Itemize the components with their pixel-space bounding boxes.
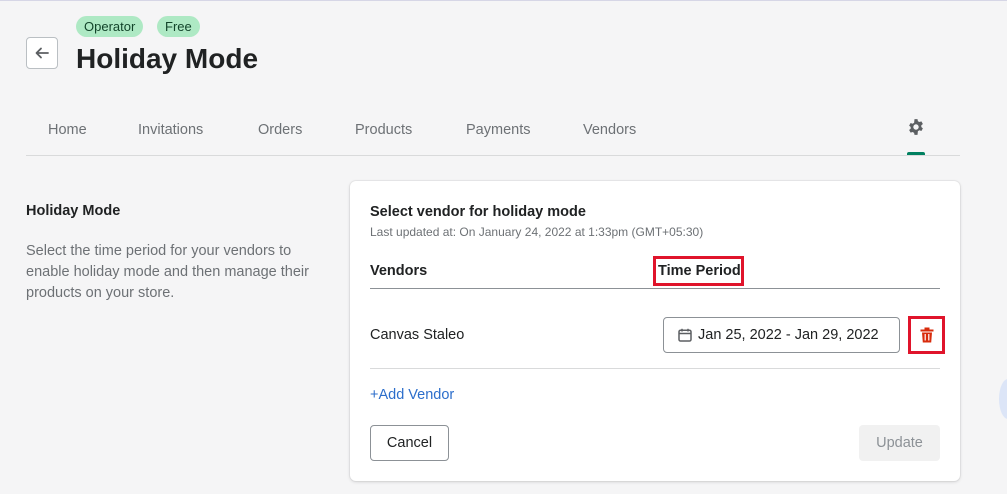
tab-vendors[interactable]: Vendors: [583, 105, 636, 155]
back-button[interactable]: [26, 37, 58, 69]
tab-orders[interactable]: Orders: [258, 105, 302, 155]
add-vendor-link[interactable]: +Add Vendor: [370, 387, 454, 403]
tab-settings[interactable]: [904, 118, 928, 155]
nav-tabs: Home Invitations Orders Products Payment…: [26, 105, 960, 156]
time-period-highlight: [653, 256, 744, 286]
delete-vendor-button[interactable]: [908, 316, 945, 354]
edge-decoration: [999, 379, 1007, 419]
row-divider: [370, 368, 940, 369]
cancel-button[interactable]: Cancel: [370, 425, 449, 461]
date-range-value: Jan 25, 2022 - Jan 29, 2022: [698, 327, 879, 343]
calendar-icon: [678, 328, 692, 342]
card-title: Select vendor for holiday mode: [370, 204, 586, 220]
page-title: Holiday Mode: [76, 43, 259, 74]
holiday-mode-card: Select vendor for holiday mode Last upda…: [350, 181, 960, 481]
column-header-vendors: Vendors: [370, 263, 428, 279]
date-range-picker[interactable]: Jan 25, 2022 - Jan 29, 2022: [663, 317, 900, 353]
section-description: Select the time period for your vendors …: [26, 243, 309, 301]
operator-badge: Operator: [76, 16, 144, 37]
arrow-left-icon: [35, 47, 49, 59]
tab-products[interactable]: Products: [355, 105, 412, 155]
header-divider: [370, 288, 940, 289]
tab-invitations[interactable]: Invitations: [138, 105, 203, 155]
tab-home[interactable]: Home: [48, 105, 87, 155]
section-title: Holiday Mode: [26, 203, 121, 219]
update-button[interactable]: Update: [859, 425, 940, 461]
tab-payments[interactable]: Payments: [466, 105, 530, 155]
plan-badge: Free: [157, 16, 200, 37]
gear-icon: [909, 119, 923, 135]
vendor-name: Canvas Staleo: [370, 327, 465, 343]
trash-icon: [920, 327, 933, 343]
last-updated-text: Last updated at: On January 24, 2022 at …: [370, 225, 704, 239]
